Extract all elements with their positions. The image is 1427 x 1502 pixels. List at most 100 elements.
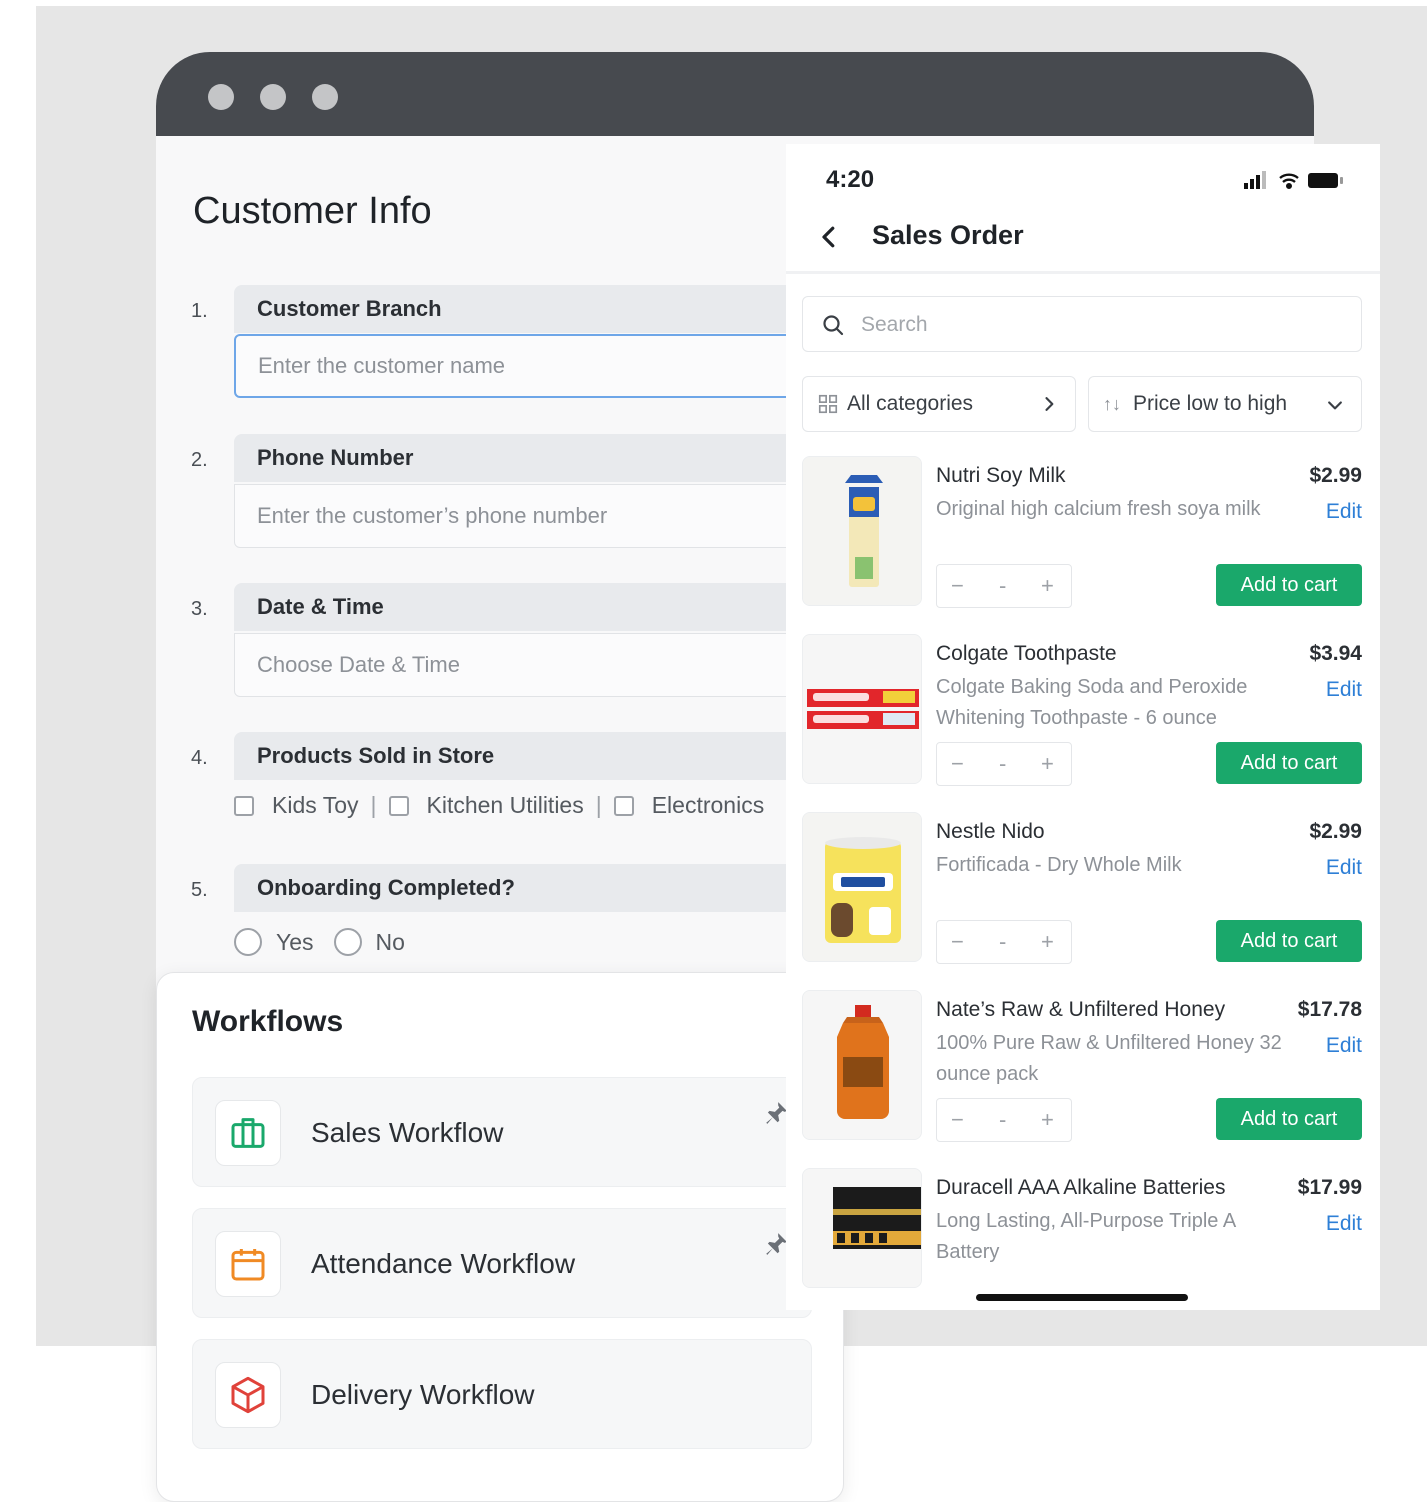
calendar-icon: [215, 1231, 281, 1297]
electronics-checkbox[interactable]: [613, 795, 634, 816]
yes-radio[interactable]: [234, 928, 262, 956]
quantity-value: -: [999, 929, 1007, 954]
product-description: Fortificada - Dry Whole Milk: [936, 854, 1182, 876]
status-time: 4:20: [826, 166, 875, 193]
quantity-value: -: [999, 1107, 1007, 1132]
kitchen-utilities-checkbox[interactable]: [388, 795, 409, 816]
window-dot-icon[interactable]: [260, 84, 286, 110]
checkbox-label: Electronics: [651, 792, 765, 818]
sales-workflow-item[interactable]: Sales Workflow: [192, 1077, 812, 1187]
delivery-workflow-item[interactable]: Delivery Workflow: [192, 1339, 812, 1449]
product-image-batteries: [802, 1168, 922, 1288]
chevron-right-icon: [1045, 397, 1054, 411]
edit-link[interactable]: Edit: [1326, 856, 1362, 880]
product-image-honey: [802, 990, 922, 1140]
plus-button[interactable]: +: [1041, 921, 1054, 963]
home-indicator[interactable]: [976, 1294, 1188, 1301]
checkbox-label: Kitchen Utilities: [426, 792, 584, 818]
question-label-customer-branch: Customer Branch: [234, 285, 794, 333]
plus-button[interactable]: +: [1041, 1099, 1054, 1141]
workflows-title: Workflows: [192, 1005, 344, 1038]
product-item: Nutri Soy Milk Original high calcium fre…: [802, 456, 1362, 616]
product-image-nido: [802, 812, 922, 962]
product-item: Colgate Toothpaste Colgate Baking Soda a…: [802, 634, 1362, 794]
product-description: Long Lasting, All-Purpose Triple A Batte…: [936, 1210, 1236, 1263]
quantity-value: -: [999, 751, 1007, 776]
edit-link[interactable]: Edit: [1326, 1212, 1362, 1236]
add-to-cart-button[interactable]: Add to cart: [1216, 564, 1362, 606]
question-number: 1.: [191, 300, 208, 322]
question-label-date-time: Date & Time: [234, 583, 794, 631]
product-description: Original high calcium fresh soya milk: [936, 498, 1261, 520]
kids-toy-checkbox[interactable]: [234, 795, 254, 816]
category-filter[interactable]: All categories: [802, 376, 1076, 432]
battery-icon: [1308, 173, 1343, 188]
plus-button[interactable]: +: [1041, 743, 1054, 785]
minus-button[interactable]: −: [951, 743, 964, 785]
quantity-stepper: − - +: [936, 564, 1072, 608]
question-label-onboarding: Onboarding Completed?: [234, 864, 794, 912]
product-image-soy-milk: [802, 456, 922, 606]
window-dot-icon[interactable]: [312, 84, 338, 110]
back-chevron-icon[interactable]: [814, 222, 844, 252]
window-titlebar: [156, 52, 1314, 136]
edit-link[interactable]: Edit: [1326, 500, 1362, 524]
question-number: 2.: [191, 449, 208, 471]
products-checkbox-group: Kids Toy | Kitchen Utilities | Electroni…: [234, 792, 764, 819]
question-number: 4.: [191, 747, 208, 769]
question-label-products-sold: Products Sold in Store: [234, 732, 794, 780]
add-to-cart-button[interactable]: Add to cart: [1216, 1098, 1362, 1140]
product-price: $3.94: [1309, 642, 1362, 665]
product-price: $2.99: [1309, 464, 1362, 487]
search-input[interactable]: [859, 297, 1343, 353]
signal-icon: [1244, 171, 1266, 189]
product-name: Nestle Nido: [936, 820, 1045, 843]
radio-label: Yes: [276, 928, 314, 955]
quantity-stepper: − - +: [936, 920, 1072, 964]
date-time-input[interactable]: [234, 633, 794, 697]
workflow-label: Sales Workflow: [311, 1117, 504, 1148]
quantity-value: -: [999, 573, 1007, 598]
phone-number-input[interactable]: [234, 484, 794, 548]
chevron-down-icon: [1328, 401, 1342, 410]
category-filter-label: All categories: [847, 392, 974, 415]
briefcase-icon: [215, 1100, 281, 1166]
edit-link[interactable]: Edit: [1326, 678, 1362, 702]
nav-bar: Sales Order: [786, 204, 1380, 274]
form-title: Customer Info: [193, 190, 432, 232]
edit-link[interactable]: Edit: [1326, 1034, 1362, 1058]
phone-screen: 4:20 Sales Order All categories ↑↓ Price…: [786, 144, 1380, 1310]
customer-name-input[interactable]: [234, 334, 794, 398]
product-name: Nate’s Raw & Unfiltered Honey: [936, 998, 1226, 1021]
product-item: Nestle Nido Fortificada - Dry Whole Milk…: [802, 812, 1362, 972]
attendance-workflow-item[interactable]: Attendance Workflow: [192, 1208, 812, 1318]
add-to-cart-button[interactable]: Add to cart: [1216, 742, 1362, 784]
minus-button[interactable]: −: [951, 921, 964, 963]
product-name: Duracell AAA Alkaline Batteries: [936, 1176, 1226, 1199]
product-description: Colgate Baking Soda and Peroxide Whiteni…: [936, 676, 1248, 729]
status-icons: [1244, 170, 1354, 197]
separator: |: [595, 792, 602, 818]
search-icon: [823, 315, 844, 336]
question-label-phone-number: Phone Number: [234, 434, 794, 482]
product-description: 100% Pure Raw & Unfiltered Honey 32 ounc…: [936, 1032, 1282, 1085]
sort-dropdown[interactable]: ↑↓ Price low to high: [1088, 376, 1362, 432]
minus-button[interactable]: −: [951, 565, 964, 607]
grid-icon: [818, 394, 838, 414]
page-title: Sales Order: [872, 220, 1024, 250]
question-number: 3.: [191, 598, 208, 620]
window-dot-icon[interactable]: [208, 84, 234, 110]
plus-button[interactable]: +: [1041, 565, 1054, 607]
onboarding-radio-group: Yes No: [234, 928, 405, 956]
quantity-stepper: − - +: [936, 1098, 1072, 1142]
product-price: $17.78: [1297, 998, 1362, 1021]
workflow-label: Delivery Workflow: [311, 1379, 535, 1410]
product-price: $2.99: [1309, 820, 1362, 843]
search-box: [802, 296, 1362, 353]
checkbox-label: Kids Toy: [272, 792, 359, 818]
product-item: Duracell AAA Alkaline Batteries Long Las…: [802, 1168, 1362, 1298]
product-name: Nutri Soy Milk: [936, 464, 1066, 487]
minus-button[interactable]: −: [951, 1099, 964, 1141]
add-to-cart-button[interactable]: Add to cart: [1216, 920, 1362, 962]
no-radio[interactable]: [333, 928, 362, 956]
